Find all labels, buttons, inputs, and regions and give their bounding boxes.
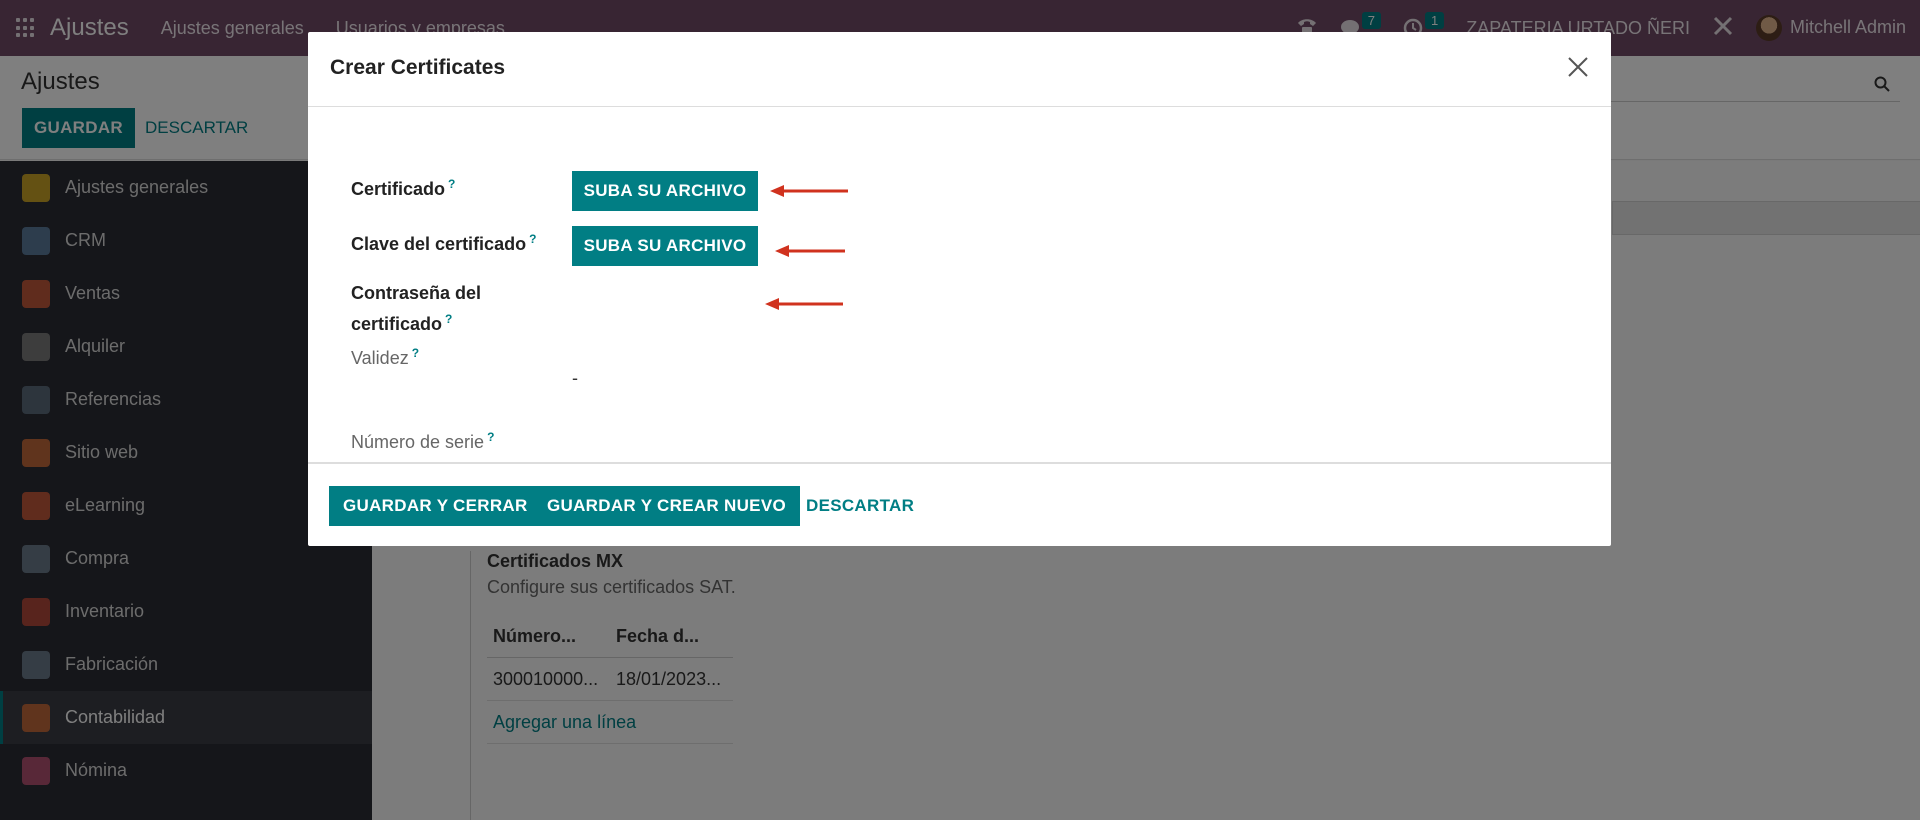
help-tooltip-icon[interactable]: ?	[487, 430, 494, 444]
label-text: certificado	[351, 314, 443, 334]
field-label-certificado: Certificado?	[351, 171, 455, 202]
arrow-annotation-icon	[770, 185, 848, 197]
label-text: Certificado	[351, 179, 446, 199]
create-certificate-dialog: Crear Certificates Certificado? SUBA SU …	[308, 32, 1611, 546]
modal-header: Crear Certificates	[308, 32, 1611, 107]
modal-title: Crear Certificates	[330, 56, 506, 79]
save-new-button[interactable]: GUARDAR Y CREAR NUEVO	[533, 486, 800, 526]
label-text: Contraseña del	[351, 283, 482, 303]
field-label-contrasena: Contraseña del certificado?	[351, 280, 481, 337]
field-label-validez: Validez?	[351, 340, 419, 371]
upload-certificate-button[interactable]: SUBA SU ARCHIVO	[572, 171, 758, 211]
help-tooltip-icon[interactable]: ?	[412, 346, 419, 360]
field-label-numero-serie: Número de serie?	[351, 424, 494, 455]
field-label-clave: Clave del certificado?	[351, 226, 536, 257]
modal-body: Certificado? SUBA SU ARCHIVO Clave del c…	[308, 108, 1611, 462]
label-text: Validez	[351, 348, 409, 368]
label-text: Clave del certificado	[351, 234, 527, 254]
arrow-annotation-icon	[765, 298, 843, 310]
arrow-annotation-icon	[775, 245, 845, 257]
password-input[interactable]	[572, 284, 752, 314]
upload-key-button[interactable]: SUBA SU ARCHIVO	[572, 226, 758, 266]
modal-footer: GUARDAR Y CERRAR GUARDAR Y CREAR NUEVO D…	[308, 462, 1611, 546]
help-tooltip-icon[interactable]: ?	[445, 312, 452, 326]
help-tooltip-icon[interactable]: ?	[448, 177, 455, 191]
help-tooltip-icon[interactable]: ?	[529, 232, 536, 246]
save-close-button[interactable]: GUARDAR Y CERRAR	[329, 486, 542, 526]
label-text: Número de serie	[351, 432, 485, 452]
close-icon[interactable]	[1565, 54, 1591, 80]
validez-value: -	[572, 368, 578, 388]
discard-dialog-button[interactable]: DESCARTAR	[794, 486, 926, 526]
